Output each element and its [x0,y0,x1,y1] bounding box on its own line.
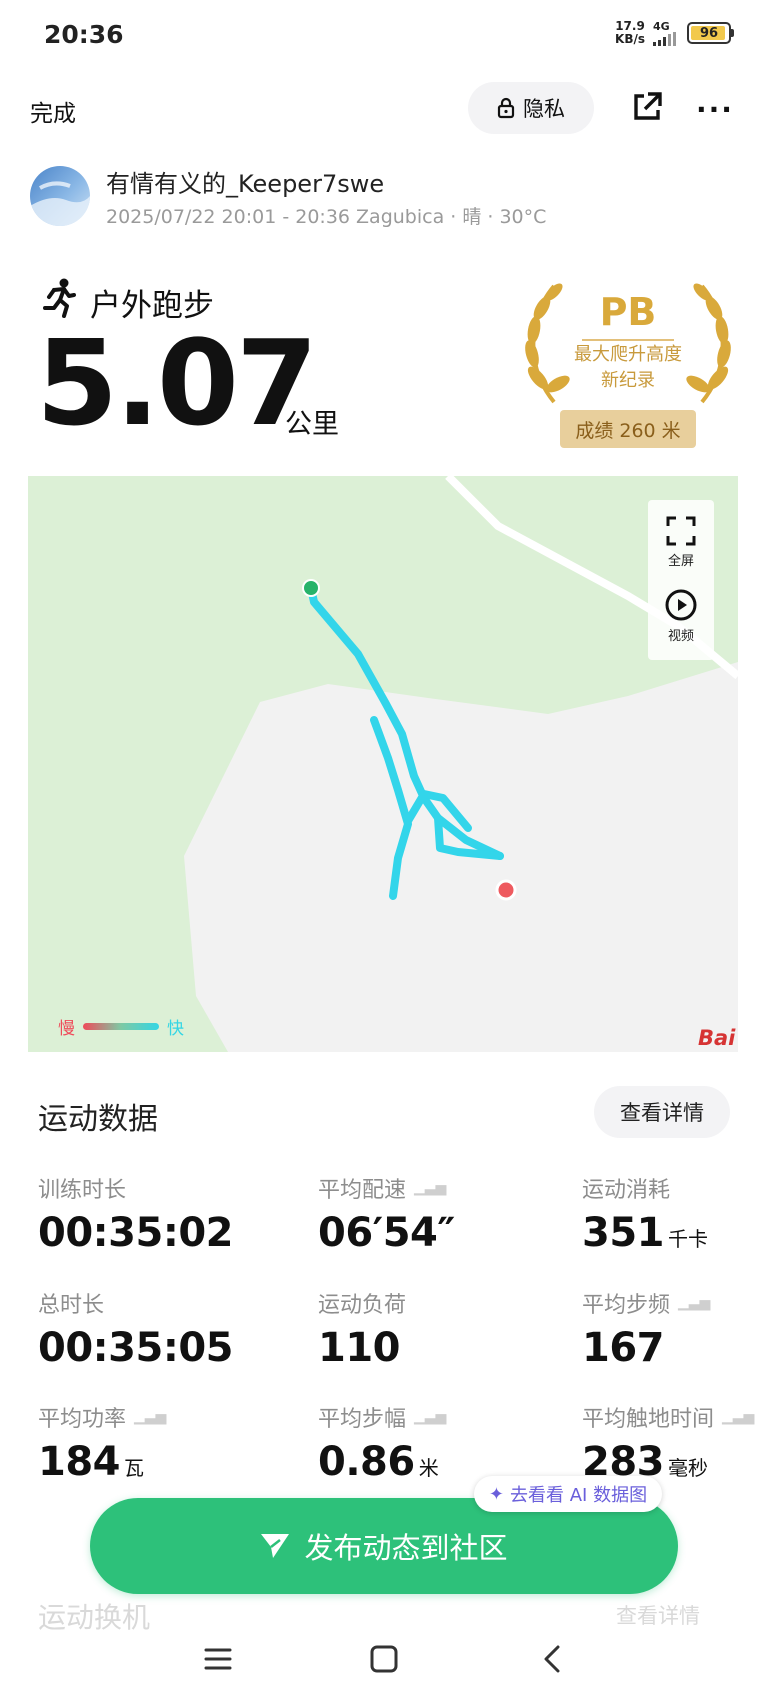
stat-item: 平均触地时间 ▁▃▅ 283 毫秒 [582,1401,754,1485]
stat-item: 平均步频 ▁▃▅ 167 [582,1287,710,1371]
activity-meta: 2025/07/22 20:01 - 20:36 Zagubica · 晴 · … [106,206,547,228]
sparkle-icon: ✦ [488,1483,504,1505]
stat-label: 平均步幅 ▁▃▅ [318,1407,447,1432]
stat-label: 平均触地时间 ▁▃▅ [582,1407,755,1432]
stat-value: 06′54″ [318,1210,455,1256]
distance-value: 5.07 [36,314,318,452]
privacy-label: 隐私 [523,97,565,121]
stat-value: 351 千卡 [582,1210,708,1256]
pb-result: 成绩 260 米 [560,410,696,448]
stat-value: 167 [582,1325,665,1371]
battery-icon: 96 [687,22,731,44]
route-end-marker [495,879,517,901]
stat-label: 平均步频 ▁▃▅ [582,1293,711,1318]
stat-label: 平均配速 ▁▃▅ [318,1178,447,1203]
video-button[interactable]: 视频 [665,589,697,644]
stat-unit: 毫秒 [668,1456,708,1480]
pb-description: 最大爬升高度 新纪录 [574,344,682,391]
stat-item: 平均配速 ▁▃▅ 06′54″ [318,1172,455,1256]
menu-nav-icon[interactable] [204,1644,232,1674]
send-icon [261,1534,290,1558]
stat-label: 训练时长 [38,1178,127,1203]
stat-value: 0.86 米 [318,1439,439,1485]
back-nav-icon[interactable] [538,1644,566,1674]
next-section-title: 运动换机 [38,1601,151,1634]
status-time: 20:36 [44,20,124,49]
stat-item: 运动消耗 351 千卡 [582,1172,708,1256]
trend-chart-icon[interactable]: ▁▃▅ [414,1409,446,1425]
stat-label: 运动负荷 [318,1293,407,1318]
trend-chart-icon[interactable]: ▁▃▅ [134,1409,166,1425]
stat-item: 平均步幅 ▁▃▅ 0.86 米 [318,1401,446,1485]
more-icon[interactable]: ··· [696,93,734,126]
stat-value: 110 [318,1325,401,1371]
avatar[interactable] [30,166,90,226]
lock-icon [497,97,515,119]
ai-data-chart-button[interactable]: ✦ 去看看 AI 数据图 [474,1476,662,1512]
stat-unit: 米 [418,1456,439,1480]
status-icons: 17.9 KB/s 4G 96 [615,20,734,46]
trend-chart-icon[interactable]: ▁▃▅ [414,1180,446,1196]
map-provider-logo: Bai [698,1026,736,1050]
fullscreen-icon [666,516,696,546]
stat-value: 00:35:05 [38,1325,233,1371]
network-speed: 17.9 KB/s [615,19,645,46]
stat-item: 训练时长 00:35:02 [38,1172,233,1256]
running-icon [43,278,76,318]
stat-label: 总时长 [38,1293,105,1318]
next-section-details[interactable]: 查看详情 [616,1600,700,1630]
signal-icon [653,31,676,46]
username: 有情有义的_Keeper7swe [106,170,385,198]
route-start-marker [302,579,320,597]
distance-unit: 公里 [285,409,339,440]
done-button[interactable]: 完成 [30,94,76,128]
post-to-community-button[interactable]: 发布动态到社区 [90,1498,678,1594]
share-icon[interactable] [630,90,664,124]
privacy-button[interactable]: 隐私 [468,82,594,134]
speed-legend: 慢 快 [58,1019,184,1039]
stat-value: 184 瓦 [38,1439,144,1485]
play-icon [665,589,697,621]
fullscreen-button[interactable]: 全屏 [666,516,696,569]
trend-chart-icon[interactable]: ▁▃▅ [678,1295,710,1311]
stat-value: 00:35:02 [38,1210,233,1256]
trend-chart-icon[interactable]: ▁▃▅ [722,1409,754,1425]
stat-item: 平均功率 ▁▃▅ 184 瓦 [38,1401,166,1485]
stat-unit: 千卡 [668,1227,708,1251]
route-map[interactable] [28,476,738,1052]
stat-label: 运动消耗 [582,1178,671,1203]
stats-title: 运动数据 [38,1102,158,1137]
stat-item: 运动负荷 110 [318,1287,406,1371]
signal-indicator: 4G [653,21,679,46]
stat-label: 平均功率 ▁▃▅ [38,1407,167,1432]
map-tools: 全屏 视频 [648,500,714,660]
view-details-button[interactable]: 查看详情 [594,1086,730,1138]
battery-indicator: 96 [687,22,734,44]
stat-unit: 瓦 [124,1456,144,1480]
pb-title: PB [599,290,657,334]
stat-item: 总时长 00:35:05 [38,1287,233,1371]
home-nav-icon[interactable] [370,1644,398,1674]
